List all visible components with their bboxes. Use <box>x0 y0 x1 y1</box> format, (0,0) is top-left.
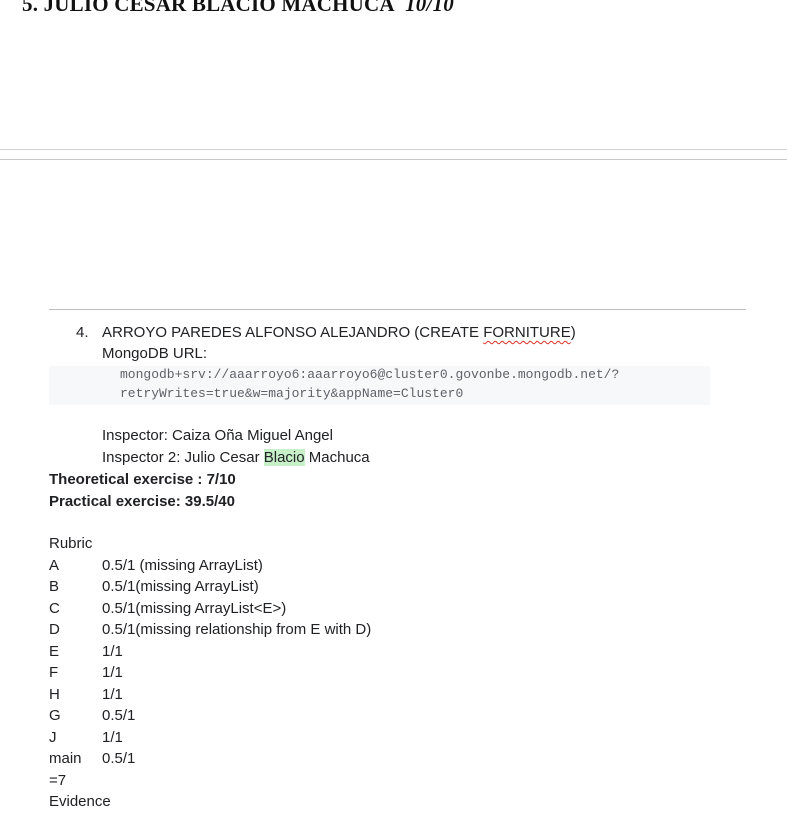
mongodb-label: MongoDB URL: <box>102 345 208 362</box>
section-heading-5: 5. JULIO CESAR BLACIO MACHUCA 10/10 <box>22 0 454 17</box>
highlighted-word: Blacio <box>263 449 305 466</box>
theoretical-score: Theoretical exercise : 7/10 <box>49 471 236 488</box>
rubric-value: 0.5/1(missing ArrayList) <box>102 578 259 595</box>
rubric-value: 0.5/1(missing relationship from E with D… <box>102 621 372 638</box>
code-line-2: retryWrites=true&w=majority&appName=Clus… <box>120 386 464 401</box>
inspector-2-text: Inspector 2: Julio Cesar <box>102 449 264 466</box>
rubric-key: F <box>49 664 59 681</box>
rubric-key: H <box>49 686 60 703</box>
rubric-value: 0.5/1(missing ArrayList<E>) <box>102 600 287 617</box>
rubric-value: 1/1 <box>102 664 123 681</box>
inspector-2: Inspector 2: Julio Cesar Blacio Machuca <box>102 449 370 467</box>
rubric-value: 1/1 <box>102 686 123 703</box>
code-line-1: mongodb+srv://aaarroyo6:aaarroyo6@cluste… <box>120 367 620 382</box>
rubric-key: D <box>49 621 60 638</box>
divider-section <box>49 309 746 310</box>
entry-number: 4. <box>76 324 89 341</box>
misspelled-word[interactable]: FORNITURE <box>483 324 571 341</box>
rubric-value: 1/1 <box>102 643 123 660</box>
rubric-key: main <box>49 750 82 767</box>
heading-score: 10/10 <box>405 0 454 16</box>
rubric-key: G <box>49 707 61 724</box>
rubric-label: Rubric <box>49 535 93 552</box>
heading-name: JULIO CESAR BLACIO MACHUCA <box>43 0 394 16</box>
entry-title-text: ARROYO PAREDES ALFONSO ALEJANDRO (CREATE <box>102 324 484 341</box>
entry-title[interactable]: ARROYO PAREDES ALFONSO ALEJANDRO (CREATE… <box>102 324 576 342</box>
rubric-total: =7 <box>49 772 67 789</box>
divider-top <box>0 149 787 150</box>
rubric-key: C <box>49 600 60 617</box>
rubric-value: 0.5/1 <box>102 750 136 767</box>
entry-title-close: ) <box>570 324 576 341</box>
heading-number: 5. <box>22 0 39 16</box>
rubric-key: B <box>49 578 60 595</box>
inspector-1: Inspector: Caiza Oña Miguel Angel <box>102 427 333 444</box>
rubric-value: 0.5/1 (missing ArrayList) <box>102 557 263 574</box>
rubric-key: A <box>49 557 60 574</box>
divider-top-2 <box>0 159 787 160</box>
inspector-2-surname: Machuca <box>304 449 370 466</box>
rubric-key: J <box>49 729 57 746</box>
practical-score: Practical exercise: 39.5/40 <box>49 493 235 510</box>
rubric-key: E <box>49 643 60 660</box>
evidence-label: Evidence <box>49 793 111 810</box>
rubric-value: 0.5/1 <box>102 707 136 724</box>
rubric-value: 1/1 <box>102 729 123 746</box>
